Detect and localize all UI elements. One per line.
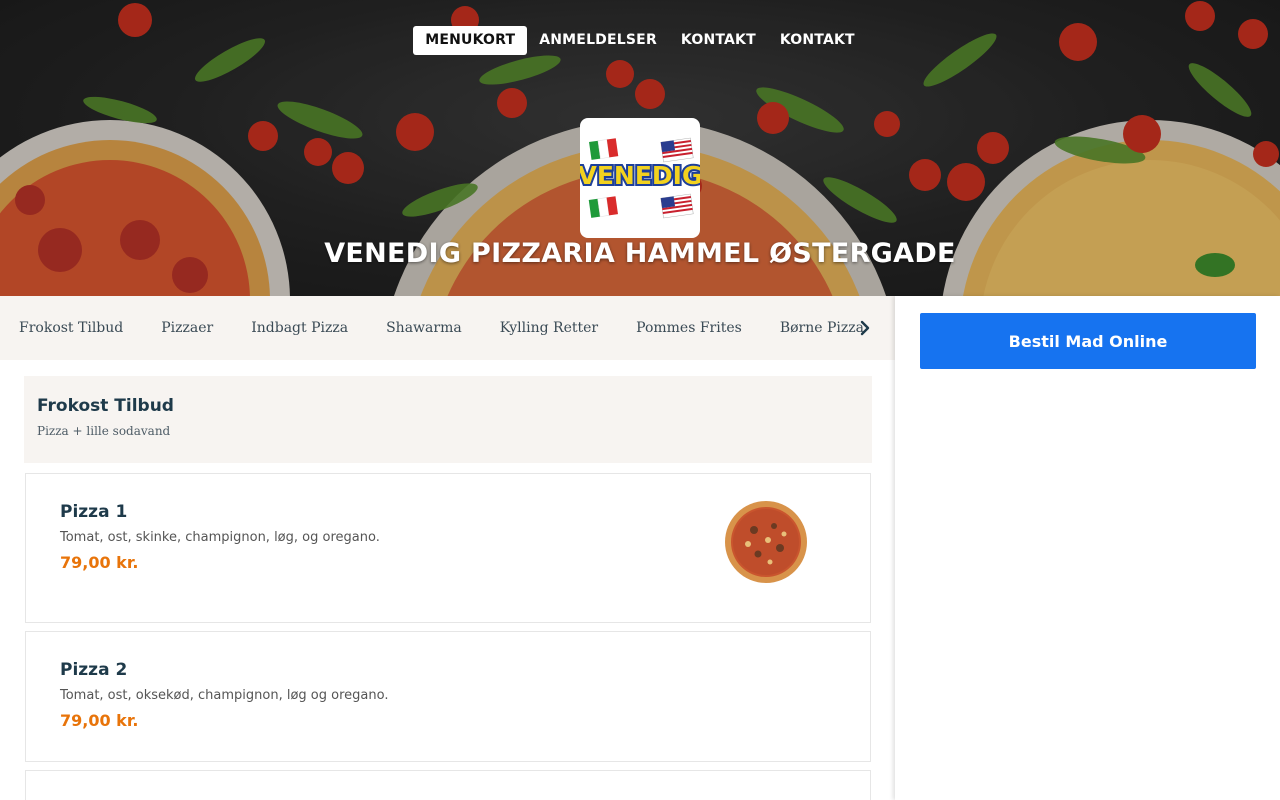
item-price: 79,00 kr. <box>60 553 139 572</box>
category-indbagt-pizza[interactable]: Indbagt Pizza <box>232 320 367 336</box>
item-description: Tomat, ost, oksekød, champignon, løg og … <box>60 688 389 703</box>
menu-item[interactable]: Pizza 2 Tomat, ost, oksekød, champignon,… <box>25 631 871 762</box>
item-price: 79,00 kr. <box>60 711 139 730</box>
category-bar: Frokost Tilbud Pizzaer Indbagt Pizza Sha… <box>0 296 895 360</box>
category-kylling-retter[interactable]: Kylling Retter <box>481 320 617 336</box>
menu-content: Frokost Tilbud Pizza + lille sodavand Pi… <box>0 360 895 800</box>
nav-menukort[interactable]: MENUKORT <box>413 26 528 55</box>
category-pizzaer[interactable]: Pizzaer <box>142 320 232 336</box>
menu-item-partial[interactable] <box>25 770 871 800</box>
order-online-button[interactable]: Bestil Mad Online <box>920 313 1256 369</box>
logo-text: VENEDIG <box>580 161 700 190</box>
category-frokost-tilbud[interactable]: Frokost Tilbud <box>0 320 142 336</box>
pizza-image <box>725 501 807 583</box>
category-shawarma[interactable]: Shawarma <box>367 320 481 336</box>
item-description: Tomat, ost, skinke, champignon, løg, og … <box>60 530 380 545</box>
top-navigation: MENUKORT ANMELDELSER KONTAKT KONTAKT <box>0 26 1280 55</box>
category-pommes-frites[interactable]: Pommes Frites <box>617 320 761 336</box>
item-name: Pizza 1 <box>60 502 128 522</box>
item-name: Pizza 2 <box>60 660 128 680</box>
nav-kontakt-2[interactable]: KONTAKT <box>768 26 867 55</box>
restaurant-title: VENEDIG PIZZARIA HAMMEL ØSTERGADE <box>324 238 956 269</box>
nav-anmeldelser[interactable]: ANMELDELSER <box>527 26 669 55</box>
chevron-right-icon[interactable] <box>855 318 875 338</box>
section-header: Frokost Tilbud Pizza + lille sodavand <box>24 376 872 463</box>
section-subtitle: Pizza + lille sodavand <box>37 424 171 438</box>
section-title: Frokost Tilbud <box>37 396 174 416</box>
nav-kontakt[interactable]: KONTAKT <box>669 26 768 55</box>
order-sidebar: Bestil Mad Online <box>895 296 1280 800</box>
restaurant-logo: VENEDIG <box>580 118 700 238</box>
menu-item[interactable]: Pizza 1 Tomat, ost, skinke, champignon, … <box>25 473 871 623</box>
hero-banner: MENUKORT ANMELDELSER KONTAKT KONTAKT VEN… <box>0 0 1280 296</box>
